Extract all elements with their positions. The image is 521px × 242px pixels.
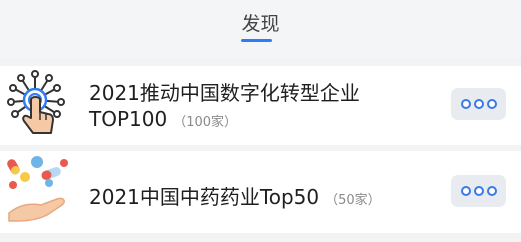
- item-title: 2021推动中国数字化转型企业: [89, 81, 360, 105]
- item-title-line: 2021中国中药药业Top50 （50家）: [89, 181, 381, 210]
- dot-icon: [460, 186, 471, 196]
- top-bar: 发现: [0, 0, 521, 58]
- item-count: （50家）: [325, 193, 381, 208]
- list-item[interactable]: 2021中国中药药业Top50 （50家）: [0, 151, 521, 233]
- item-title: 2021中国中药药业Top50: [89, 185, 320, 209]
- item-count: （100家）: [173, 115, 238, 130]
- item-title-tail: TOP100: [89, 107, 168, 131]
- dot-icon: [473, 99, 484, 109]
- dot-icon: [486, 99, 497, 109]
- dot-icon: [473, 186, 484, 196]
- list-item[interactable]: 2021推动中国数字化转型企业 TOP100 （100家）: [0, 66, 521, 145]
- dot-icon: [460, 99, 471, 109]
- item-title-line2: TOP100 （100家）: [89, 107, 237, 131]
- active-tab-indicator: [241, 39, 272, 42]
- more-dots-icon[interactable]: [451, 88, 506, 120]
- tab-discover[interactable]: 发现: [0, 9, 521, 36]
- touch-network-icon: [7, 70, 65, 134]
- dot-icon: [486, 186, 497, 196]
- more-dots-icon[interactable]: [451, 175, 506, 207]
- pills-hand-icon: [7, 156, 68, 222]
